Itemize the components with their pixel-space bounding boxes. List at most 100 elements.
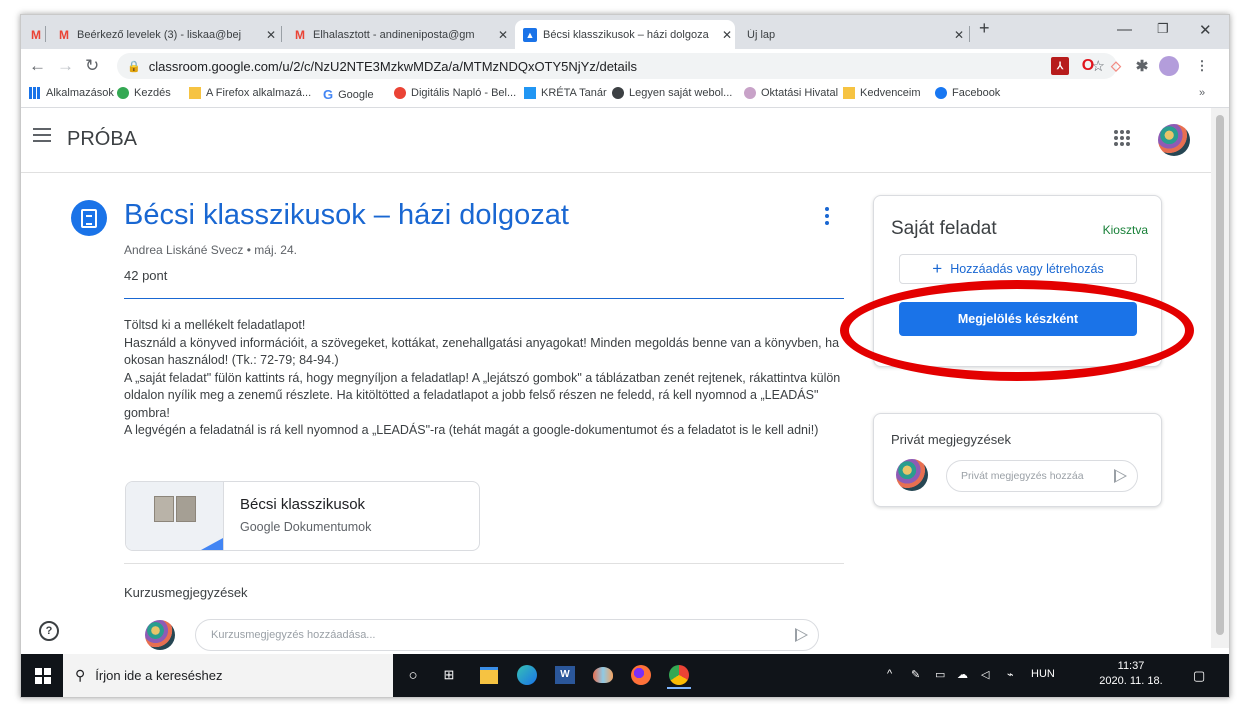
edge-icon[interactable] [515,663,539,687]
profile-icon[interactable] [1159,56,1179,76]
tab-strip: M M Beérkező levelek (3) - liskaa@bej ✕ … [21,15,1229,49]
bookmark-facebook[interactable]: Facebook [935,87,1000,99]
close-tab-icon[interactable]: ✕ [263,28,279,42]
word-icon[interactable]: W [553,663,577,687]
new-tab-button[interactable]: + [979,18,990,39]
bookmark-label: KRÉTA Tanár [541,87,607,99]
clock[interactable]: 11:37 2020. 11. 18. [1091,659,1171,689]
tab-new[interactable]: Új lap ✕ [739,20,967,49]
tab-inbox[interactable]: M Beérkező levelek (3) - liskaa@bej ✕ [49,20,279,49]
private-comments-card: Privát megjegyzések Privát megjegyzés ho… [873,413,1162,507]
bookmark-kreta[interactable]: KRÉTA Tanár [524,87,607,99]
more-options-icon[interactable] [825,207,829,228]
tab-label: Bécsi klasszikusok – házi dolgoza [543,28,709,41]
more-bookmarks-icon[interactable]: » [1199,87,1205,99]
at-icon [394,87,406,99]
close-window-button[interactable]: ✕ [1199,21,1212,39]
help-icon[interactable]: ? [39,621,59,641]
private-comment-avatar [896,459,928,491]
close-tab-icon[interactable]: ✕ [495,28,511,42]
bookmark-label: Oktatási Hivatal [761,87,839,99]
bookmark-oh[interactable]: Oktatási Hivatal [744,87,838,99]
assignment-meta: Andrea Liskáné Svecz • máj. 24. [124,243,297,257]
language-indicator[interactable]: HUN [1031,668,1055,680]
firefox-icon[interactable] [629,663,653,687]
network-icon[interactable]: ⌁ [1007,668,1014,681]
chrome-taskbar-icon[interactable] [667,663,691,689]
tray-chevron-icon[interactable]: ^ [887,668,892,680]
classroom-header: PRÓBA [21,108,1211,173]
bookmark-kezdes[interactable]: Kezdés [117,87,171,99]
oh-icon [744,87,756,99]
volume-icon[interactable]: ◁ [981,668,989,681]
onedrive-icon[interactable]: ☁ [957,668,968,681]
divider [124,563,844,564]
bookmark-weblap[interactable]: Legyen saját webol... [612,87,732,99]
windows-taskbar: ⚲ Írjon ide a kereséshez ○ ⊞ W ^ ✎ ▭ ☁ ◁… [21,654,1229,697]
cortana-icon[interactable]: ○ [401,663,425,687]
comment-placeholder: Kurzusmegjegyzés hozzáadása... [211,629,376,641]
pen-icon[interactable]: ✎ [911,668,920,681]
clock-date: 2020. 11. 18. [1099,675,1163,687]
bookmark-google[interactable]: G Google [323,87,374,102]
assignment-points: 42 pont [124,268,168,283]
bookmark-label: Alkalmazások [46,87,114,99]
extension-arrow-icon[interactable]: ◇ [1107,57,1125,75]
back-icon[interactable]: ← [29,56,46,76]
bookmarks-bar: Alkalmazások Kezdés A Firefox alkalmazá.… [21,83,1229,108]
minimize-button[interactable]: — [1117,21,1132,38]
attachment-type: Google Dokumentumok [240,520,372,534]
task-view-icon[interactable]: ⊞ [437,663,461,687]
bookmark-label: Legyen saját webol... [629,87,733,99]
close-tab-icon[interactable]: ✕ [951,28,967,42]
class-comment-input[interactable]: Kurzusmegjegyzés hozzáadása... [195,619,819,651]
class-comments-heading: Kurzusmegjegyzések [124,585,248,600]
reload-icon[interactable]: ↻ [85,56,99,76]
file-explorer-icon[interactable] [477,663,501,687]
bookmark-apps[interactable]: Alkalmazások [29,87,114,99]
url-text: classroom.google.com/u/2/c/NzU2NTE3MzkwM… [148,58,638,74]
tab-snoozed[interactable]: M Elhalasztott - andineniposta@gm ✕ [285,20,511,49]
windows-start-icon[interactable] [35,668,51,684]
comment-avatar [145,620,175,650]
close-tab-icon[interactable]: ✕ [719,28,735,42]
bookmark-naplo[interactable]: Digitális Napló - Bel... [394,87,516,99]
bookmark-label: Google [338,88,374,101]
globe-icon [612,87,624,99]
restore-button[interactable]: ❐ [1157,21,1169,37]
google-apps-icon[interactable] [1114,130,1130,146]
battery-icon[interactable]: ▭ [935,668,945,681]
highlight-ellipse [840,280,1194,381]
attachment-card[interactable]: Bécsi klasszikusok Google Dokumentumok [125,481,480,551]
opera-extension-icon[interactable]: O [1079,57,1097,75]
plus-icon: + [932,259,943,278]
attachment-thumbnail [126,482,224,550]
pinned-gmail-tab[interactable]: M [25,20,43,49]
divider [124,298,844,299]
chrome-icon [117,87,129,99]
taskbar-search[interactable]: ⚲ Írjon ide a kereséshez [63,654,393,697]
bookmark-firefox[interactable]: A Firefox alkalmazá... [189,87,311,99]
address-bar[interactable]: 🔒 classroom.google.com/u/2/c/NzU2NTE3Mzk… [117,53,1117,79]
paint-icon[interactable] [591,663,615,687]
hamburger-menu-icon[interactable] [33,128,51,146]
bookmark-kedvenceim[interactable]: Kedvenceim [843,87,921,99]
browser-menu-icon[interactable]: ⋮ [1193,57,1211,75]
tab-label: Elhalasztott - andineniposta@gm [313,28,475,41]
pdf-extension-icon[interactable]: ⅄ [1051,57,1069,75]
send-icon[interactable] [1114,469,1127,483]
account-avatar[interactable] [1158,124,1190,156]
notifications-icon[interactable]: ▢ [1193,668,1205,684]
forward-icon[interactable]: → [57,56,74,76]
puzzle-icon[interactable]: ✱ [1133,57,1151,75]
send-icon[interactable] [795,628,808,642]
bookmark-label: A Firefox alkalmazá... [206,87,312,99]
scrollbar-thumb[interactable] [1216,115,1224,635]
tab-assignment[interactable]: ▲ Bécsi klasszikusok – házi dolgoza ✕ [515,20,735,49]
browser-toolbar: ← → ↻ 🔒 classroom.google.com/u/2/c/NzU2N… [21,49,1229,83]
apps-grid-icon [29,87,41,99]
gmail-icon: M [295,27,305,42]
private-comment-input[interactable]: Privát megjegyzés hozzáa [946,460,1138,492]
tab-label: Új lap [747,28,776,41]
private-comment-placeholder: Privát megjegyzés hozzáa [961,470,1084,482]
